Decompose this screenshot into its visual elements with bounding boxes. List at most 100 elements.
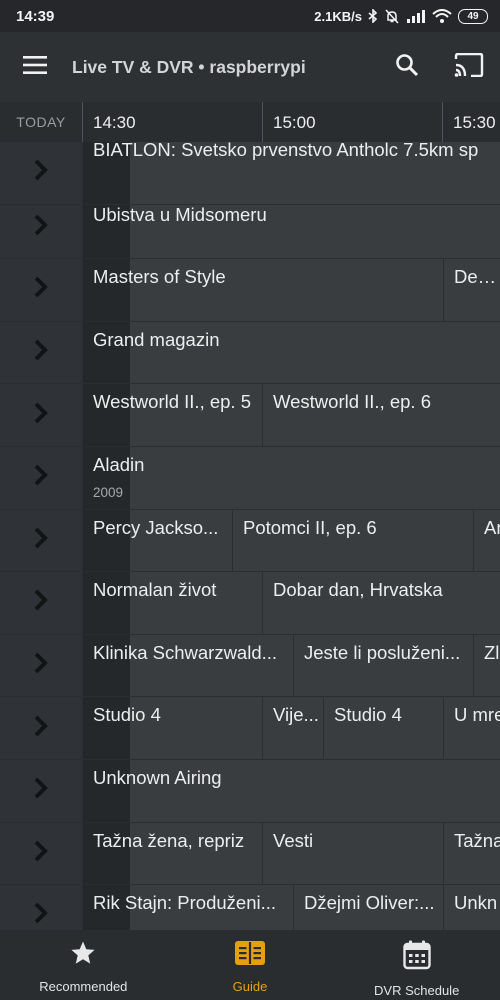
row-expand-button[interactable] [0,823,82,885]
chevron-right-icon [34,527,48,554]
row-expand-button[interactable] [0,259,82,321]
program-cell[interactable]: Potomci II, ep. 6 [232,509,473,572]
program-cell[interactable]: U mre [443,697,500,759]
signal-icon [406,9,426,23]
program-cell[interactable]: Tažna [443,822,500,885]
chevron-right-icon [34,715,48,742]
program-cell[interactable]: Unknown Airing [82,760,500,822]
cast-button[interactable] [438,32,500,102]
nav-recommended[interactable]: Recommended [0,930,167,1000]
row-expand-button[interactable] [0,447,82,509]
program-title: Dobar dan, Hrvatska [273,580,443,601]
guide-row: Percy Jackso... Potomci II, ep. 6 An [0,509,500,573]
chevron-right-icon [34,777,48,804]
program-title: Tažna [454,830,500,851]
program-cell[interactable]: Vije... [262,697,323,759]
program-title: Design [454,267,500,288]
program-cell[interactable]: Westworld II., ep. 5 [82,384,262,446]
app-title: Live TV & DVR • raspberrypi [72,56,306,77]
chevron-right-icon [34,902,48,929]
program-title: Unknown Airing [93,768,222,788]
status-bar: 14:39 2.1KB/s 49 [0,0,500,32]
nav-dvr-schedule[interactable]: DVR Schedule [333,930,500,1000]
program-cell[interactable]: Westworld II., ep. 6 [262,384,500,446]
search-button[interactable] [376,32,438,102]
program-cell[interactable]: Jeste li posluženi... [293,634,473,697]
program-cell[interactable]: Aladin 2009 [82,447,500,509]
program-title: Džejmi Oliver:... [304,893,435,914]
program-cell[interactable]: Masters of Style [82,259,443,321]
row-expand-button[interactable] [0,384,82,446]
chevron-right-icon [34,214,48,241]
program-title: BIATLON: Svetsko prvenstvo Antholc 7.5km… [93,142,479,160]
program-title: Potomci II, ep. 6 [243,517,377,538]
program-cell[interactable]: Džejmi Oliver:... [293,885,443,930]
chevron-right-icon [34,840,48,867]
guide-row: Masters of Style Design [0,259,500,322]
menu-icon [23,55,47,79]
chevron-right-icon [34,276,48,303]
program-title: Vesti [273,830,314,851]
program-cell[interactable]: BIATLON: Svetsko prvenstvo Antholc 7.5km… [82,142,500,204]
program-cell[interactable]: Percy Jackso... [82,509,232,572]
row-expand-button[interactable] [0,635,82,697]
guide-row: Normalan život Dobar dan, Hrvatska [0,572,500,635]
today-label: TODAY [16,114,66,130]
guide-row: Studio 4 Vije... Studio 4 U mre [0,697,500,760]
row-expand-button[interactable] [0,885,82,930]
program-cell[interactable]: Studio 4 [323,697,443,759]
chevron-right-icon [34,464,48,491]
status-time: 14:39 [16,7,55,25]
program-cell[interactable]: Design [443,259,500,321]
program-cell[interactable]: Zl [473,634,500,697]
guide-row: BIATLON: Svetsko prvenstvo Antholc 7.5km… [0,142,500,205]
program-title: Tažna žena, repriz [93,830,245,851]
row-expand-button[interactable] [0,322,82,384]
row-expand-button[interactable] [0,572,82,634]
program-cell[interactable]: Vesti [262,822,443,885]
time-slot-1500: 15:00 [262,102,442,142]
row-expand-button[interactable] [0,142,82,204]
program-cell[interactable]: Studio 4 [82,697,262,759]
network-speed: 2.1KB/s [314,8,362,24]
program-cell[interactable]: Ubistva u Midsomeru [82,196,500,259]
status-icons: 2.1KB/s 49 [314,8,488,24]
program-title: Studio 4 [93,705,161,726]
program-title: Zl [484,642,500,663]
menu-button[interactable] [0,32,70,102]
nav-label-guide: Guide [232,979,268,994]
guide-row: Rik Stajn: Produženi... Džejmi Oliver:..… [0,885,500,930]
wifi-icon [432,9,452,23]
program-cell[interactable]: Klinika Schwarzwald... [82,634,293,697]
program-cell[interactable]: Tažna žena, repriz [82,822,262,885]
guide-grid[interactable]: BIATLON: Svetsko prvenstvo Antholc 7.5km… [0,142,500,930]
search-icon [395,53,419,82]
nav-label-recommended: Recommended [39,979,128,994]
program-cell[interactable]: Unkn [443,885,500,930]
program-cell[interactable]: Rik Stajn: Produženi... [82,885,293,930]
program-cell[interactable]: Grand magazin [82,321,500,384]
row-expand-button[interactable] [0,697,82,759]
program-title: Vije... [273,705,319,726]
program-cell[interactable]: An [473,509,500,572]
program-title: Masters of Style [93,267,226,288]
program-title: Normalan život [93,580,217,601]
guide-row: Aladin 2009 [0,447,500,510]
row-expand-button[interactable] [0,197,82,259]
program-title: Ubistva u Midsomeru [93,204,267,225]
row-expand-button[interactable] [0,760,82,822]
row-expand-button[interactable] [0,510,82,572]
program-title: Rik Stajn: Produženi... [93,893,277,914]
program-cell[interactable]: Normalan život [82,572,262,634]
time-slot-1530: 15:30 [442,102,500,142]
program-title: Unkn [454,893,498,914]
program-title: Jeste li posluženi... [304,642,461,663]
guide-book-icon [234,940,266,971]
nav-guide[interactable]: Guide [167,930,334,1000]
calendar-icon [402,940,431,975]
program-title: An [484,517,500,538]
guide-row: Ubistva u Midsomeru [0,196,500,260]
program-title: Grand magazin [93,329,220,350]
program-cell[interactable]: Dobar dan, Hrvatska [262,572,500,634]
program-year: 2009 [93,485,124,500]
